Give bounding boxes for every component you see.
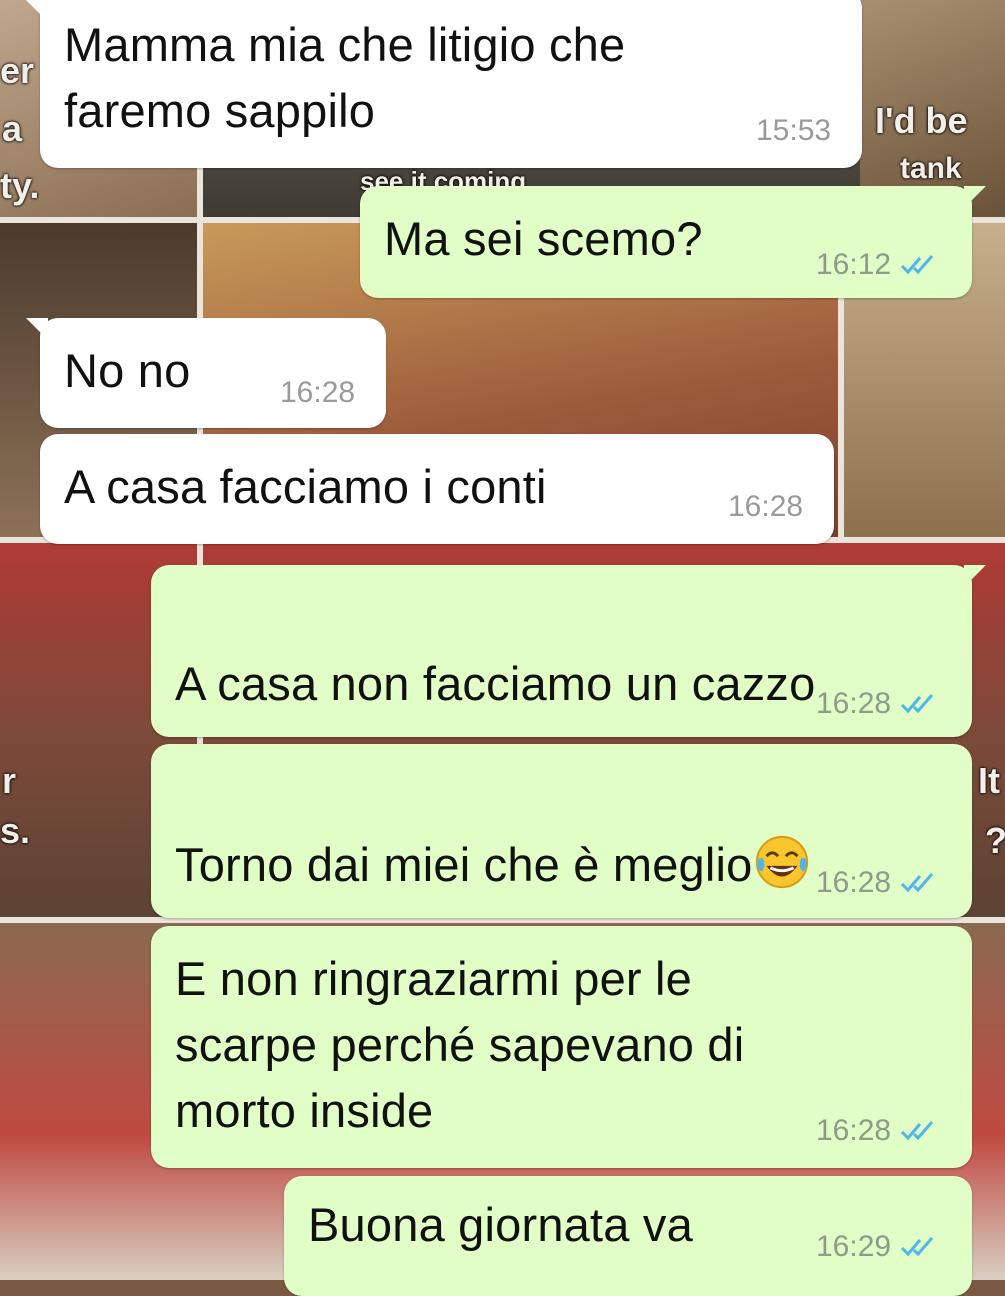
message-text: E non ringraziarmi per le scarpe perché …: [175, 952, 745, 1137]
message-meta: 15:53: [756, 114, 831, 148]
message-time: 15:53: [756, 114, 832, 147]
message-meta: 16:12: [816, 248, 939, 282]
message-meta: 16:28: [816, 687, 939, 721]
wallpaper-caption: ?: [985, 820, 1005, 861]
face-with-tears-of-joy-icon: [755, 835, 808, 889]
message-time: 16:28: [816, 866, 892, 899]
message-text: Torno dai miei che è meglio: [175, 766, 811, 898]
wallpaper-caption: a: [2, 108, 23, 149]
double-check-read-icon: [899, 871, 939, 895]
message-text-content: A casa non facciamo un cazzo: [175, 657, 816, 710]
double-check-read-icon: [899, 692, 939, 716]
message-time: 16:28: [816, 1114, 892, 1147]
message-text: A casa facciamo i conti: [64, 460, 547, 513]
wallpaper-caption: ty.: [0, 165, 40, 206]
message-text-content: Torno dai miei che è meglio: [175, 838, 753, 891]
message-meta: 16:28: [816, 866, 939, 900]
outgoing-message[interactable]: Ma sei scemo? 16:12: [360, 186, 986, 298]
message-meta: 16:29: [816, 1230, 939, 1264]
wallpaper-caption: er: [0, 50, 35, 91]
outgoing-message[interactable]: Torno dai miei che è meglio 16:28: [151, 744, 972, 918]
wallpaper-caption: I'd be: [875, 100, 968, 141]
wallpaper-caption: s.: [0, 810, 31, 851]
message-meta: 16:28: [728, 490, 803, 524]
message-text: No no: [64, 344, 191, 397]
message-meta: 16:28: [816, 1114, 939, 1148]
message-time: 16:29: [816, 1230, 892, 1263]
message-time: 16:28: [816, 687, 892, 720]
message-meta: 16:28: [280, 376, 355, 410]
double-check-read-icon: [899, 253, 939, 277]
double-check-read-icon: [899, 1235, 939, 1259]
double-check-read-icon: [899, 1119, 939, 1143]
message-time: 16:12: [816, 248, 892, 281]
incoming-message[interactable]: No no 16:28: [26, 318, 386, 428]
wallpaper-caption: r: [2, 760, 17, 801]
outgoing-message[interactable]: Buona giornata va 16:29: [284, 1176, 972, 1296]
message-text: Mamma mia che litigio che faremo sappilo: [64, 18, 626, 137]
message-text: Ma sei scemo?: [384, 212, 703, 265]
wallpaper-caption: It: [978, 760, 1000, 801]
wallpaper-caption: tank: [900, 152, 962, 185]
message-time: 16:28: [728, 490, 804, 523]
outgoing-message[interactable]: A casa non facciamo un cazzo 16:28: [151, 565, 986, 840]
message-time: 16:28: [280, 376, 356, 409]
incoming-message[interactable]: A casa facciamo i conti 16:28: [40, 434, 834, 544]
incoming-message[interactable]: Mamma mia che litigio che faremo sappilo…: [26, 0, 862, 168]
message-text: Buona giornata va: [308, 1198, 693, 1251]
outgoing-message[interactable]: E non ringraziarmi per le scarpe perché …: [151, 926, 972, 1168]
